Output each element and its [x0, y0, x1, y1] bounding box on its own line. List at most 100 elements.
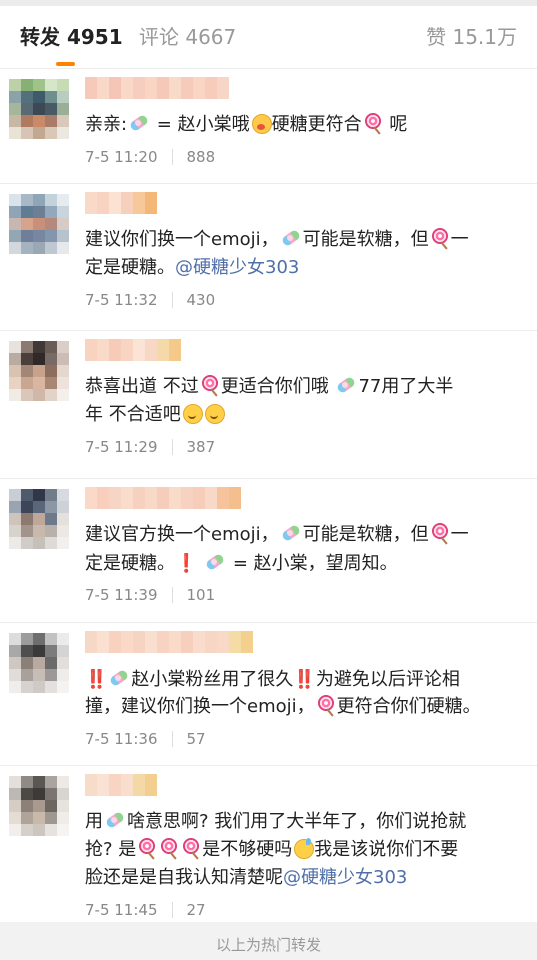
timestamp: 7-5 11:29	[85, 438, 158, 456]
text-segment: 撞，建议你们换一个emoji，	[85, 696, 315, 717]
tab-likes-count: 15.1万	[452, 25, 517, 49]
text-segment: 赵小棠粉丝用了很久	[131, 669, 294, 690]
tab-likes[interactable]: 赞 15.1万	[426, 24, 517, 50]
meta-divider	[171, 731, 173, 747]
tab-comments-label: 评论	[139, 25, 179, 49]
candy-emoji-icon	[103, 809, 127, 831]
tab-reposts[interactable]: 转发 4951	[20, 24, 123, 50]
lolly-emoji-icon	[199, 374, 221, 396]
repost-text: 用 啥意思啊? 我们用了大半年了，你们说抢就 抢? 是 是不够硬吗 我是该说你们不要 脸还…	[85, 808, 523, 892]
repost-text: 建议官方换一个emoji， 可能是软糖，但一定是硬糖。❗ = 赵小棠，望周知。	[85, 521, 523, 577]
repost-meta: 7-5 11:29 387	[85, 437, 215, 457]
text-segment: 可能是软糖，但	[302, 524, 429, 545]
text-line: 用 啥意思啊? 我们用了大半年了，你们说抢就	[85, 808, 523, 836]
exclamation-emoji-icon: ‼️	[293, 669, 316, 689]
like-count[interactable]: 387	[187, 437, 216, 457]
text-line: 建议官方换一个emoji， 可能是软糖，但一	[85, 521, 523, 549]
text-segment: 可能是软糖，但	[302, 229, 429, 250]
text-segment: 77用了大半	[358, 376, 454, 397]
repost-item[interactable]: ‼️ 赵小棠粉丝用了很久‼️为避免以后评论相 撞，建议你们换一个emoji， 更符合你…	[0, 623, 537, 766]
text-segment: 年 不合适吧	[85, 404, 181, 425]
username-blurred[interactable]	[85, 77, 229, 99]
username-blurred[interactable]	[85, 192, 157, 214]
repost-text: ‼️ 赵小棠粉丝用了很久‼️为避免以后评论相 撞，建议你们换一个emoji， 更符合你…	[85, 665, 523, 721]
text-segment: 定是硬糖。	[85, 553, 175, 574]
repost-item[interactable]: 恭喜出道 不过 更适合你们哦 77用了大半年 不合适吧 7-5 11:29 387	[0, 331, 537, 479]
avatar[interactable]	[9, 489, 69, 549]
repost-list-screen: 转发 4951 评论 4667 赞 15.1万 亲亲: = 赵小棠哦 硬糖更符合 …	[0, 0, 537, 960]
lolly-emoji-icon	[158, 837, 180, 859]
text-segment: 是不够硬吗	[202, 839, 293, 860]
text-segment: 硬糖更符合	[271, 114, 362, 135]
repost-text: 恭喜出道 不过 更适合你们哦 77用了大半年 不合适吧	[85, 373, 523, 429]
text-line: 抢? 是 是不够硬吗 我是该说你们不要	[85, 836, 523, 864]
text-line: 年 不合适吧	[85, 401, 523, 429]
text-segment: 呢	[383, 114, 408, 135]
text-segment: 我是该说你们不要	[314, 839, 459, 860]
repost-meta: 7-5 11:32 430	[85, 290, 215, 310]
mention-link[interactable]: @硬糖少女303	[175, 257, 299, 278]
text-segment: 啥意思啊? 我们用了大半年了，你们说抢就	[127, 811, 467, 832]
avatar[interactable]	[9, 79, 69, 139]
hot-reposts-footer: 以上为热门转发	[0, 922, 537, 960]
avatar[interactable]	[9, 341, 69, 401]
like-count[interactable]: 57	[187, 729, 206, 749]
repost-meta: 7-5 11:36 57	[85, 729, 206, 749]
text-line: ‼️ 赵小棠粉丝用了很久‼️为避免以后评论相	[85, 665, 523, 693]
like-count[interactable]: 888	[187, 147, 216, 167]
timestamp: 7-5 11:45	[85, 901, 158, 919]
repost-list: 亲亲: = 赵小棠哦 硬糖更符合 呢 7-5 11:20 888 建议你们换一个emoj…	[0, 69, 537, 943]
footer-label: 以上为热门转发	[215, 936, 321, 954]
meta-divider	[171, 439, 173, 455]
tab-likes-label: 赞	[426, 25, 447, 49]
lolly-emoji-icon	[136, 837, 158, 859]
like-count[interactable]: 430	[187, 290, 216, 310]
like-count[interactable]: 101	[187, 585, 216, 605]
meta-divider	[171, 292, 173, 308]
avatar[interactable]	[9, 633, 69, 693]
username-blurred[interactable]	[85, 487, 241, 509]
text-line: 恭喜出道 不过 更适合你们哦 77用了大半	[85, 373, 523, 401]
text-segment: 定是硬糖。	[85, 257, 175, 278]
timestamp: 7-5 11:36	[85, 730, 158, 748]
repost-meta: 7-5 11:20 888	[85, 147, 215, 167]
lolly-emoji-icon	[315, 694, 337, 716]
meta-divider	[171, 902, 173, 918]
text-segment: 恭喜出道 不过	[85, 376, 199, 397]
text-segment: 更适合你们哦	[220, 376, 335, 397]
like-count[interactable]: 27	[187, 900, 206, 920]
repost-item[interactable]: 建议官方换一个emoji， 可能是软糖，但一定是硬糖。❗ = 赵小棠，望周知。 7-…	[0, 479, 537, 623]
repost-item[interactable]: 亲亲: = 赵小棠哦 硬糖更符合 呢 7-5 11:20 888	[0, 69, 537, 184]
text-segment: = 赵小棠哦	[151, 114, 250, 135]
username-blurred[interactable]	[85, 631, 253, 653]
repost-text: 建议你们换一个emoji， 可能是软糖，但一定是硬糖。@硬糖少女303	[85, 226, 523, 282]
repost-item[interactable]: 用 啥意思啊? 我们用了大半年了，你们说抢就 抢? 是 是不够硬吗 我是该说你们不要 脸还…	[0, 766, 537, 943]
text-segment: = 赵小棠，望周知。	[227, 553, 398, 574]
smile-emoji-icon	[181, 402, 203, 424]
avatar[interactable]	[9, 776, 69, 836]
tab-comments-count: 4667	[185, 25, 237, 49]
text-line: 建议你们换一个emoji， 可能是软糖，但一	[85, 226, 523, 254]
tab-comments[interactable]: 评论 4667	[139, 24, 236, 50]
text-line: 脸还是是自我认知清楚呢@硬糖少女303	[85, 864, 523, 892]
lolly-emoji-icon	[429, 522, 451, 544]
timestamp: 7-5 11:39	[85, 586, 158, 604]
repost-meta: 7-5 11:45 27	[85, 900, 206, 920]
exclamation-emoji-icon: ‼️	[85, 669, 108, 689]
avatar[interactable]	[9, 194, 69, 254]
text-segment: 一	[450, 229, 469, 250]
lolly-emoji-icon	[429, 227, 451, 249]
text-line: 撞，建议你们换一个emoji， 更符合你们硬糖。	[85, 693, 523, 721]
username-blurred[interactable]	[85, 339, 181, 361]
username-blurred[interactable]	[85, 774, 157, 796]
sweat-emoji-icon	[292, 837, 315, 859]
text-segment: 建议官方换一个emoji，	[85, 524, 279, 545]
meta-divider	[171, 587, 173, 603]
repost-item[interactable]: 建议你们换一个emoji， 可能是软糖，但一定是硬糖。@硬糖少女303 7-5 11…	[0, 184, 537, 331]
text-segment: 脸还是是自我认知清楚呢	[85, 867, 283, 888]
text-segment: 为避免以后评论相	[315, 669, 460, 690]
candy-emoji-icon	[279, 227, 303, 249]
candy-emoji-icon	[203, 551, 227, 573]
text-segment: 更符合你们硬糖。	[336, 696, 481, 717]
mention-link[interactable]: @硬糖少女303	[283, 867, 407, 888]
